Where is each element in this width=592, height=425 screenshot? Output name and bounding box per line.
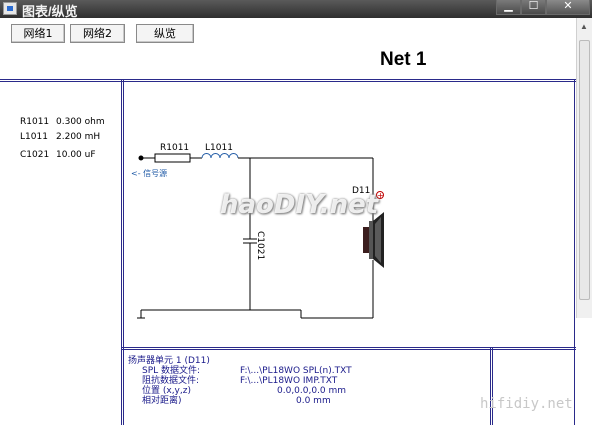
component-value: 0.300 ohm (56, 117, 105, 127)
component-value: 10.00 uF (56, 150, 96, 160)
component-row: L1011 2.200 mH (20, 132, 100, 142)
maximize-button[interactable]: ☐ (521, 0, 546, 15)
inductor-l1011 (201, 153, 239, 159)
resistor-r1011 (154, 153, 191, 163)
c1021-label: C1021 (255, 231, 265, 260)
l1011-label: L1011 (205, 143, 233, 153)
impedance-file-label: 阻抗数据文件: (142, 376, 200, 386)
tab-net2-button[interactable]: 网络2 (70, 24, 125, 43)
source-terminal (138, 155, 144, 161)
frame-divider (0, 81, 576, 82)
app-icon (3, 2, 17, 15)
close-button[interactable]: ✕ (546, 0, 590, 15)
speaker-cone (373, 212, 384, 268)
impedance-file-value: F:\...\PL18WO IMP.TXT (240, 376, 338, 386)
net-title: Net 1 (380, 49, 427, 70)
scroll-up-icon[interactable]: ▲ (580, 22, 588, 31)
frame-divider (0, 79, 576, 80)
tab-net1-button[interactable]: 网络1 (11, 24, 65, 43)
component-row: R1011 0.300 ohm (20, 117, 105, 127)
distance-value: 0.0 mm (296, 396, 331, 406)
speaker-cone-highlight (375, 217, 381, 263)
minimize-icon: ▁ (504, 0, 513, 12)
scroll-thumb[interactable] (579, 40, 590, 300)
frame-divider (122, 349, 576, 350)
position-value: 0.0,0.0,0.0 mm (277, 386, 347, 396)
spl-file-label: SPL 数据文件: (142, 366, 201, 376)
speaker-magnet (363, 227, 369, 253)
frame-divider (123, 80, 124, 425)
watermark-corner: hifidiy.net (480, 396, 573, 412)
toolbar: 网络1 网络2 纵览 (0, 18, 592, 48)
title-bar: 图表/纵览 ▁ ☐ ✕ (0, 0, 592, 19)
watermark-center: haoDIY.net (220, 190, 379, 220)
component-row: C1021 10.00 uF (20, 150, 96, 160)
spl-file-value: F:\...\PL18WO SPL(n).TXT (240, 366, 352, 376)
frame-divider (122, 347, 576, 348)
r1011-label: R1011 (160, 143, 189, 153)
frame-divider (574, 80, 575, 425)
close-icon: ✕ (563, 0, 573, 12)
component-ref: R1011 (20, 117, 50, 127)
speaker-frame (369, 221, 373, 259)
vertical-scrollbar[interactable]: ▲ (576, 18, 592, 318)
frame-divider (121, 80, 122, 425)
driver-heading: 扬声器单元 1 (D11) (128, 356, 210, 366)
minimize-button[interactable]: ▁ (496, 0, 521, 15)
component-ref: L1011 (20, 132, 48, 142)
maximize-icon: ☐ (528, 0, 539, 12)
source-label: <- 信号源 (131, 168, 167, 178)
frame-divider (490, 348, 491, 425)
distance-label: 相对距离) (142, 396, 182, 406)
frame-divider (492, 348, 493, 425)
component-value: 2.200 mH (56, 132, 101, 142)
component-ref: C1021 (20, 150, 50, 160)
overview-button[interactable]: 纵览 (136, 24, 194, 43)
position-label: 位置 (x,y,z) (142, 386, 191, 396)
